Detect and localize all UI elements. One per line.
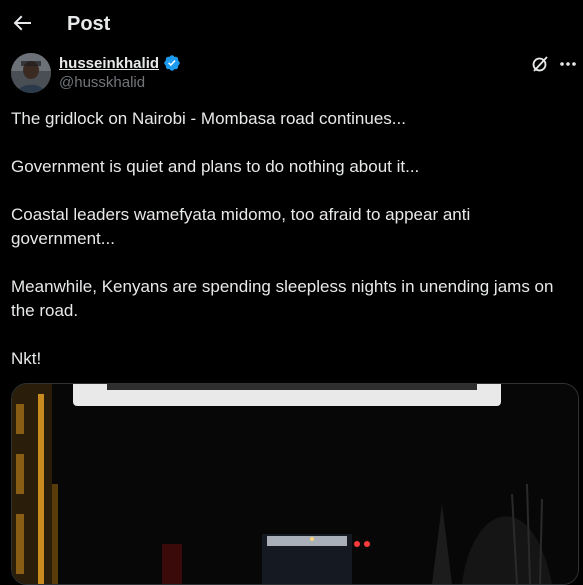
post-paragraph: Nkt! xyxy=(11,349,42,368)
more-options-icon[interactable] xyxy=(558,54,578,74)
post-media-video[interactable] xyxy=(11,383,579,585)
author-name[interactable]: husseinkhalid xyxy=(59,55,159,72)
post-paragraph: Meanwhile, Kenyans are spending sleeples… xyxy=(11,277,559,320)
top-bar: Post xyxy=(0,0,583,50)
grok-icon[interactable] xyxy=(530,54,550,74)
back-arrow-icon[interactable] xyxy=(10,11,34,35)
post-paragraph: The gridlock on Nairobi - Mombasa road c… xyxy=(11,109,406,128)
avatar-image xyxy=(11,53,51,93)
post-paragraph: Government is quiet and plans to do noth… xyxy=(11,157,420,176)
avatar[interactable] xyxy=(11,53,51,93)
author-name-row: husseinkhalid xyxy=(59,53,181,73)
post-text: The gridlock on Nairobi - Mombasa road c… xyxy=(11,107,576,395)
video-thumbnail xyxy=(12,384,578,584)
verified-badge-icon[interactable] xyxy=(163,54,181,72)
page-title: Post xyxy=(67,13,111,35)
post-paragraph: Coastal leaders wamefyata midomo, too af… xyxy=(11,205,475,248)
author-handle[interactable]: @husskhalid xyxy=(59,74,145,91)
